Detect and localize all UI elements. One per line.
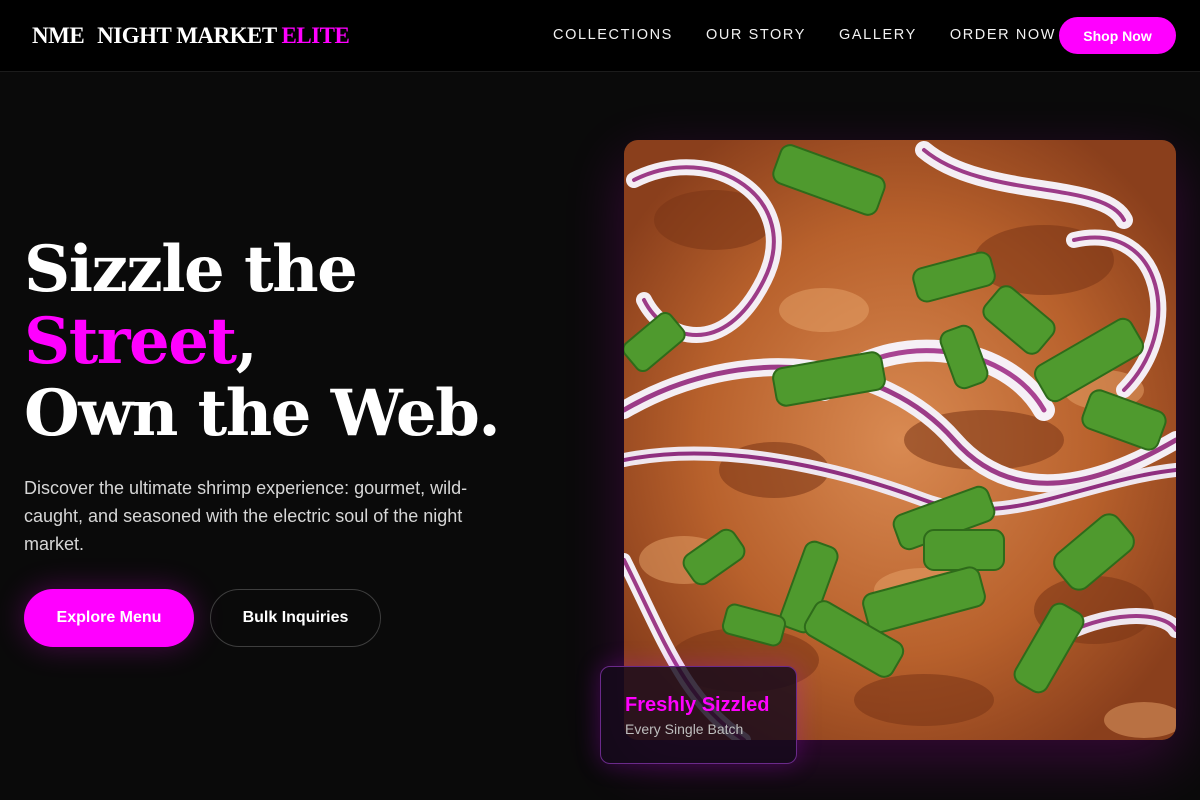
freshly-sizzled-badge: Freshly Sizzled Every Single Batch [600,666,797,764]
shop-now-button[interactable]: Shop Now [1059,17,1176,54]
hero-title-highlight: Street [24,304,237,379]
logo-wordmark: NIGHT MARKET [97,23,277,48]
hero-title-line3: Own the Web. [24,376,501,451]
top-navbar: NME NIGHT MARKET ELITE COLLECTIONS OUR ST… [0,0,1200,72]
hero-title-comma: , [235,304,258,379]
nav-link-collections[interactable]: COLLECTIONS [553,26,673,44]
explore-menu-button[interactable]: Explore Menu [24,589,194,647]
nav-link-our-story[interactable]: OUR STORY [706,26,806,44]
logo-mark: NME [32,23,85,48]
hero-title-line1: Sizzle the [24,232,358,307]
hero-description: Discover the ultimate shrimp experience:… [24,478,468,554]
nav-link-gallery[interactable]: GALLERY [839,26,917,44]
hero-food-image [624,140,1176,740]
brand-logo[interactable]: NME NIGHT MARKET ELITE [32,22,350,50]
badge-title: Freshly Sizzled [625,694,770,716]
hero-title-line2: Street, [24,306,584,378]
bulk-inquiries-button[interactable]: Bulk Inquiries [210,589,381,647]
shrimp-dish-illustration [624,140,1176,740]
main-nav: COLLECTIONS OUR STORY GALLERY ORDER NOW [553,26,1056,44]
logo-accent: ELITE [281,23,350,48]
nav-link-order-now[interactable]: ORDER NOW [950,26,1056,44]
badge-subtitle: Every Single Batch [625,721,744,737]
hero-title: Sizzle the Street, Own the Web. [24,234,584,450]
